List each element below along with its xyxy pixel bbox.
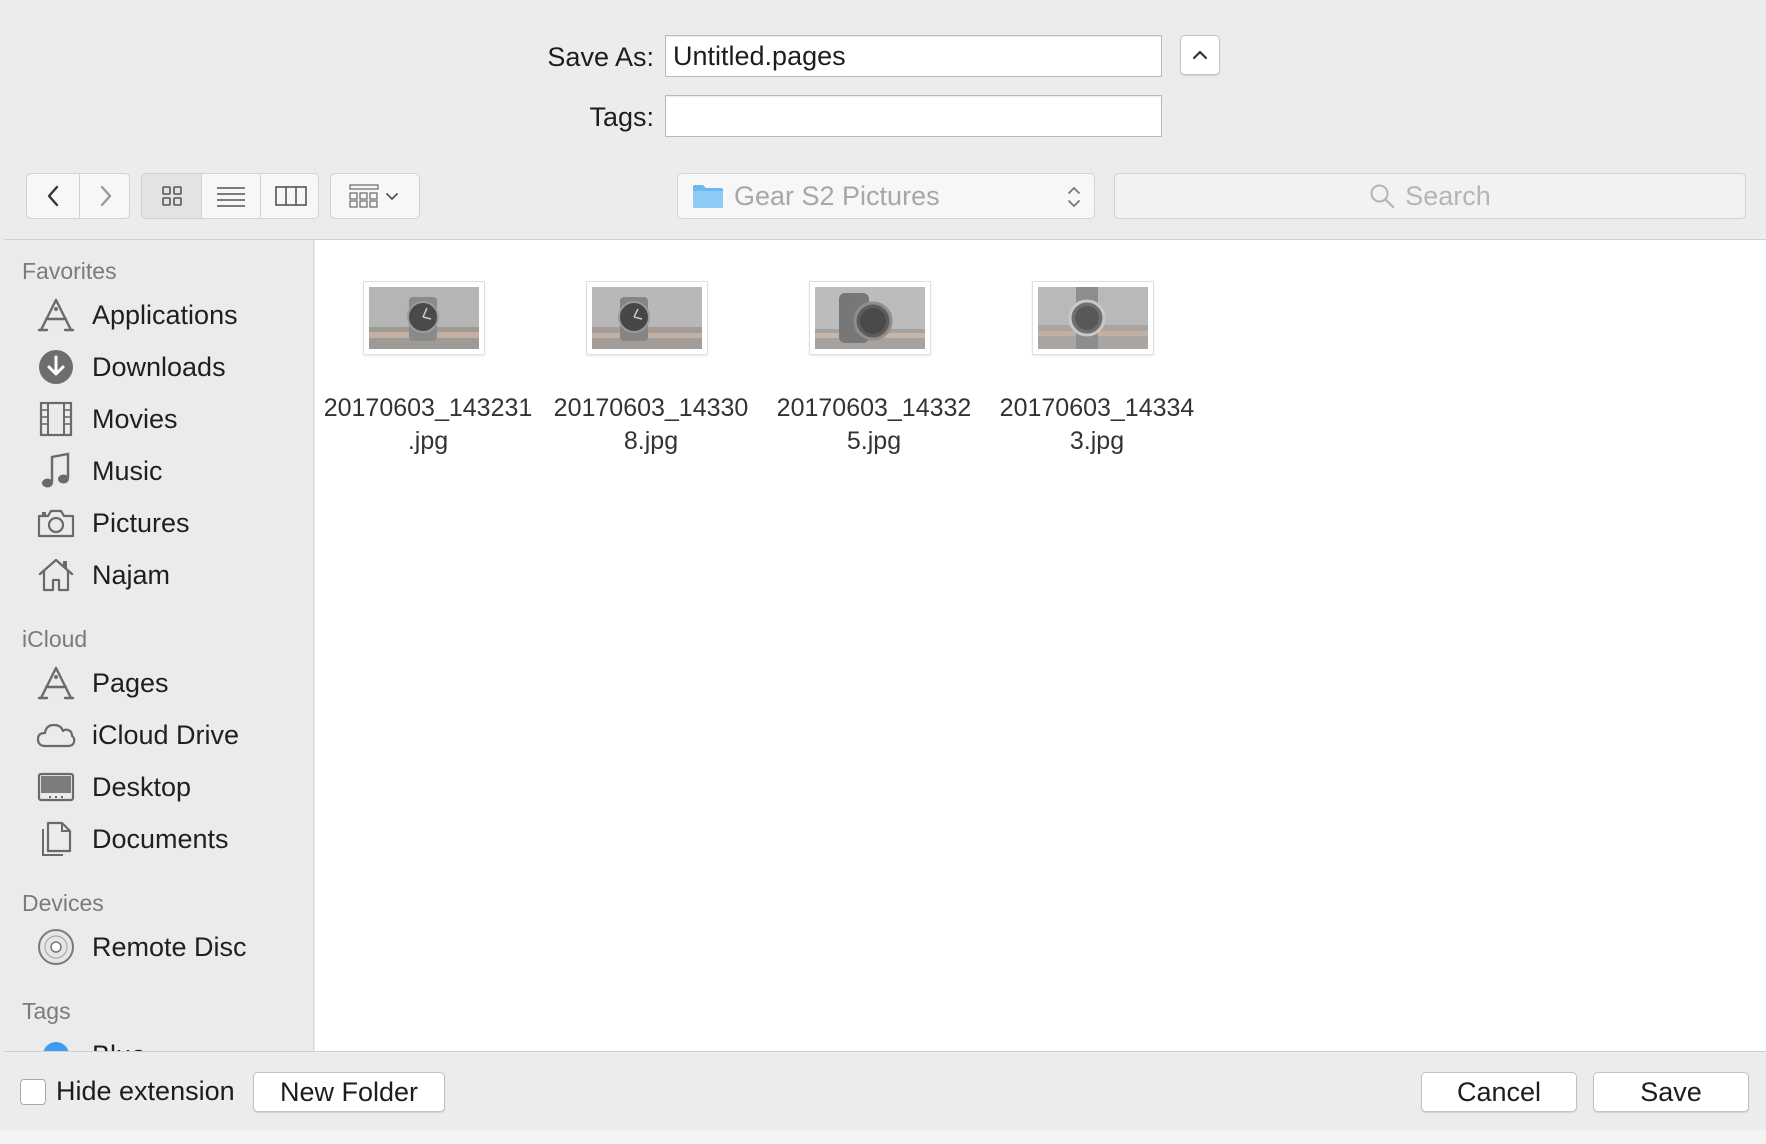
sidebar-item-pictures[interactable]: Pictures <box>36 500 190 546</box>
file-name-line1: 20170603_143231 <box>323 394 533 422</box>
cancel-label: Cancel <box>1456 1076 1542 1107</box>
save-button[interactable]: Save <box>1593 1072 1749 1112</box>
sidebar-item-movies[interactable]: Movies <box>36 396 178 442</box>
pages-app-icon <box>36 663 76 703</box>
sidebar-header-devices: Devices <box>22 890 104 916</box>
sidebar-item-label: Pictures <box>92 507 190 538</box>
sidebar-header-icloud: iCloud <box>22 626 88 652</box>
cloud-icon <box>36 715 76 755</box>
expand-collapse-button[interactable] <box>1180 35 1220 75</box>
movies-icon <box>36 399 76 439</box>
applications-icon <box>36 295 76 335</box>
file-name: 20170603_143231 .jpg <box>318 392 538 458</box>
documents-icon <box>36 819 76 859</box>
desktop-icon <box>36 767 76 807</box>
file-name: 20170603_14330 8.jpg <box>541 392 761 458</box>
sidebar-item-label: Documents <box>92 823 229 854</box>
chevron-right-icon <box>100 185 111 207</box>
music-icon <box>36 451 76 491</box>
location-label: Gear S2 Pictures <box>734 180 940 211</box>
sidebar-item-label: Applications <box>92 299 238 330</box>
file-name-line2: .jpg <box>407 427 449 455</box>
search-placeholder: Search <box>1405 180 1491 211</box>
background-strip <box>0 1130 1766 1144</box>
sidebar-item-label: Najam <box>92 559 171 590</box>
sidebar-item-label: Music <box>92 455 163 486</box>
save-label: Save <box>1640 1076 1702 1107</box>
file-thumbnail <box>810 282 930 354</box>
file-name-line2: 3.jpg <box>1069 427 1125 455</box>
sidebar-item-najam[interactable]: Najam <box>36 552 170 598</box>
column-view-icon <box>274 186 307 206</box>
file-name: 20170603_14334 3.jpg <box>987 392 1207 458</box>
folder-icon <box>693 185 723 208</box>
back-forward-control <box>26 173 130 219</box>
sidebar-item-label: Downloads <box>92 351 226 382</box>
search-icon <box>1370 184 1395 209</box>
file-name-line2: 5.jpg <box>846 427 902 455</box>
sidebar-item-label: Remote Disc <box>92 931 247 962</box>
hide-extension-label[interactable]: Hide extension <box>56 1076 235 1107</box>
save-as-input[interactable]: Untitled.pages <box>665 35 1162 77</box>
file-name-line2: 8.jpg <box>623 427 679 455</box>
icon-view-icon <box>161 186 182 206</box>
file-thumbnail <box>587 282 707 354</box>
back-button[interactable] <box>27 174 79 218</box>
sidebar-item-music[interactable]: Music <box>36 448 163 494</box>
save-as-label: Save As: <box>547 42 654 72</box>
file-name-line1: 20170603_14332 <box>776 394 972 422</box>
icon-view-button[interactable] <box>142 174 201 218</box>
updown-arrows-icon <box>1068 187 1080 207</box>
sidebar-header-favorites: Favorites <box>22 258 117 284</box>
footer-bar: Hide extension New Folder Cancel Save <box>4 1052 1766 1130</box>
forward-button[interactable] <box>80 174 131 218</box>
sidebar-item-label: Movies <box>92 403 178 434</box>
list-view-icon <box>217 187 245 207</box>
location-popup[interactable]: Gear S2 Pictures <box>677 173 1095 219</box>
hide-extension-checkbox[interactable] <box>20 1079 46 1105</box>
sidebar: Favorites Applications Downloads Movies … <box>4 240 314 1052</box>
sidebar-item-remote-disc[interactable]: Remote Disc <box>36 924 247 970</box>
view-mode-control <box>141 173 319 219</box>
search-field[interactable]: Search <box>1114 173 1746 219</box>
camera-icon <box>36 503 76 543</box>
sidebar-item-label: Pages <box>92 667 169 698</box>
sidebar-item-documents[interactable]: Documents <box>36 816 229 862</box>
sidebar-item-icloud-drive[interactable]: iCloud Drive <box>36 712 239 758</box>
tags-input[interactable] <box>665 95 1162 137</box>
tag-color-dot-icon <box>36 1035 76 1052</box>
sidebar-item-label: iCloud Drive <box>92 719 240 750</box>
file-name: 20170603_14332 5.jpg <box>764 392 984 458</box>
new-folder-button[interactable]: New Folder <box>253 1072 445 1112</box>
sidebar-header-tags: Tags <box>22 998 71 1024</box>
arrange-icon <box>349 184 398 208</box>
sidebar-item-tag-blue[interactable]: Blue <box>36 1032 146 1052</box>
sidebar-item-pages[interactable]: Pages <box>36 660 169 706</box>
chevron-up-icon <box>1192 50 1208 60</box>
save-dialog: Save As: Untitled.pages Tags: Gear S2 Pi… <box>4 0 1766 1130</box>
downloads-icon <box>36 347 76 387</box>
tags-label: Tags: <box>589 102 654 132</box>
list-view-button[interactable] <box>202 174 260 218</box>
file-thumbnail <box>364 282 484 354</box>
file-name-line1: 20170603_14334 <box>999 394 1195 422</box>
sidebar-item-label: Desktop <box>92 771 192 802</box>
cancel-button[interactable]: Cancel <box>1421 1072 1577 1112</box>
sidebar-item-desktop[interactable]: Desktop <box>36 764 191 810</box>
sidebar-item-applications[interactable]: Applications <box>36 292 238 338</box>
file-browser: 20170603_143231 .jpg 20170603_14330 8.jp… <box>315 240 1766 1052</box>
file-thumbnail <box>1033 282 1153 354</box>
column-view-button[interactable] <box>261 174 318 218</box>
new-folder-label: New Folder <box>279 1076 419 1107</box>
chevron-left-icon <box>47 185 59 207</box>
arrange-menu-button[interactable] <box>330 173 420 219</box>
file-name-line1: 20170603_14330 <box>553 394 749 422</box>
sidebar-item-downloads[interactable]: Downloads <box>36 344 226 390</box>
home-icon <box>36 555 76 595</box>
disc-icon <box>36 927 76 967</box>
